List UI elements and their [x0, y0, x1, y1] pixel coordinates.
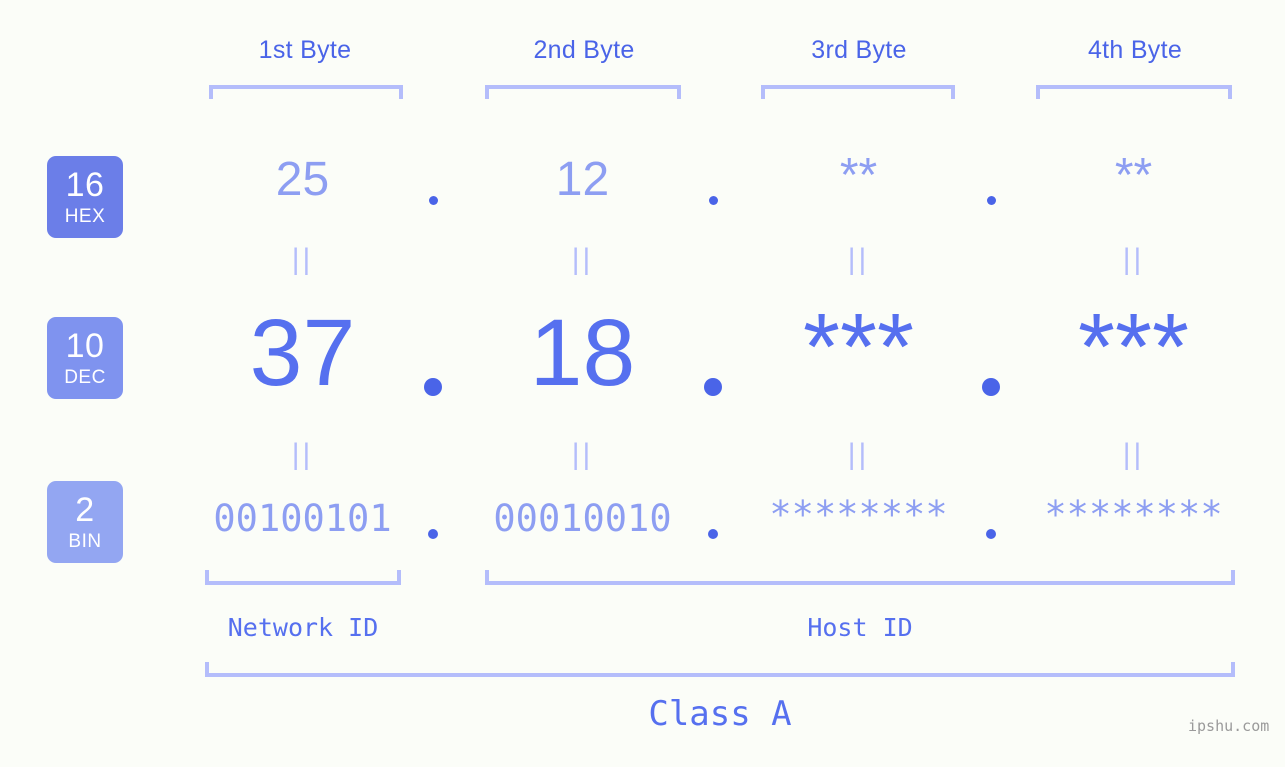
- dec-value-byte-3: ***: [803, 294, 914, 400]
- base-badge-bin-number: 2: [75, 491, 95, 529]
- class-bracket: [205, 662, 1235, 677]
- bin-separator-dot-1: [428, 529, 438, 539]
- hex-separator-dot-2: [709, 196, 718, 205]
- base-badge-hex-name: HEX: [64, 206, 106, 227]
- dec-separator-dot-3: [982, 378, 1000, 396]
- hex-separator-dot-1: [429, 196, 438, 205]
- dec-value-byte-1: 37: [249, 300, 356, 406]
- hex-value-byte-1: 25: [275, 153, 330, 206]
- byte-header-1: 1st Byte: [258, 36, 352, 64]
- equality-connector-dec-bin-4: ||: [1122, 438, 1145, 471]
- byte-header-3: 3rd Byte: [811, 36, 907, 64]
- equality-connector-hex-dec-3: ||: [847, 243, 870, 276]
- bin-value-byte-4: ********: [1044, 493, 1223, 536]
- base-badge-bin-name: BIN: [68, 531, 102, 552]
- site-watermark: ipshu.com: [1188, 717, 1270, 735]
- base-badge-hex[interactable]: 16 HEX: [47, 156, 123, 238]
- equality-connector-dec-bin-3: ||: [847, 438, 870, 471]
- byte-header-2: 2nd Byte: [533, 36, 635, 64]
- byte-header-4: 4th Byte: [1087, 36, 1183, 64]
- byte-bracket-top-3: [761, 85, 955, 99]
- equality-connector-dec-bin-1: ||: [291, 438, 314, 471]
- bin-value-byte-2: 00010010: [493, 497, 672, 540]
- base-badge-dec-name: DEC: [64, 367, 106, 388]
- dec-value-byte-4: ***: [1078, 294, 1189, 400]
- hex-separator-dot-3: [987, 196, 996, 205]
- network-id-label: Network ID: [227, 613, 379, 642]
- hex-value-byte-3: **: [839, 149, 878, 202]
- byte-bracket-top-4: [1036, 85, 1232, 99]
- equality-connector-hex-dec-2: ||: [571, 243, 594, 276]
- dec-value-byte-2: 18: [529, 300, 636, 406]
- base-badge-dec-number: 10: [65, 327, 105, 365]
- dec-separator-dot-1: [424, 378, 442, 396]
- base-badge-dec[interactable]: 10 DEC: [47, 317, 123, 399]
- dec-separator-dot-2: [704, 378, 722, 396]
- ip-byte-breakdown-diagram: 1st Byte 2nd Byte 3rd Byte 4th Byte 16 H…: [0, 0, 1285, 767]
- host-id-bracket: [485, 570, 1235, 585]
- equality-connector-hex-dec-4: ||: [1122, 243, 1145, 276]
- class-label: Class A: [648, 694, 792, 734]
- base-badge-bin[interactable]: 2 BIN: [47, 481, 123, 563]
- equality-connector-dec-bin-2: ||: [571, 438, 594, 471]
- equality-connector-hex-dec-1: ||: [291, 243, 314, 276]
- byte-bracket-top-2: [485, 85, 681, 99]
- bin-separator-dot-3: [986, 529, 996, 539]
- host-id-label: Host ID: [807, 613, 913, 642]
- byte-bracket-top-1: [209, 85, 403, 99]
- base-badge-hex-number: 16: [65, 166, 105, 204]
- hex-value-byte-4: **: [1114, 149, 1153, 202]
- network-id-bracket: [205, 570, 401, 585]
- bin-value-byte-3: ********: [769, 493, 948, 536]
- bin-value-byte-1: 00100101: [213, 497, 392, 540]
- bin-separator-dot-2: [708, 529, 718, 539]
- hex-value-byte-2: 12: [555, 153, 610, 206]
